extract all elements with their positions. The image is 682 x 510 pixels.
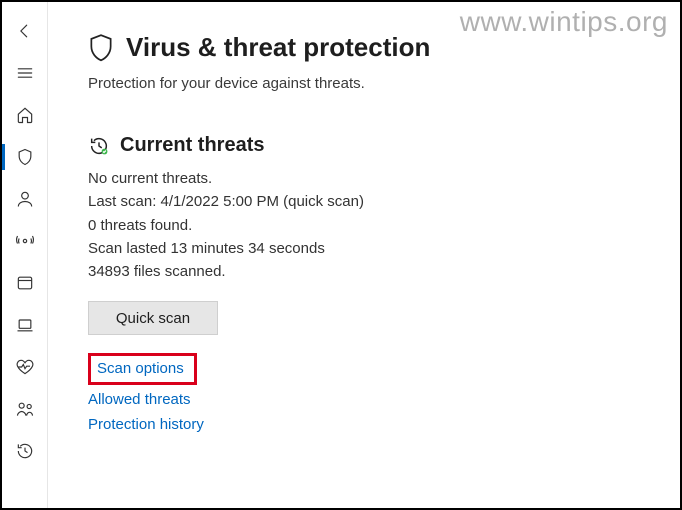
family-icon bbox=[15, 399, 35, 419]
nav-app-browser[interactable] bbox=[2, 262, 48, 304]
status-threats-found: 0 threats found. bbox=[88, 214, 660, 237]
page-title-row: Virus & threat protection bbox=[88, 32, 660, 63]
section-title-current-threats: Current threats bbox=[120, 134, 264, 157]
main-content: Virus & threat protection Protection for… bbox=[48, 2, 680, 508]
hamburger-icon bbox=[15, 63, 35, 83]
sidebar bbox=[2, 2, 48, 508]
status-files-scanned: 34893 files scanned. bbox=[88, 260, 660, 283]
heart-pulse-icon bbox=[15, 357, 35, 377]
current-threats-icon bbox=[88, 135, 110, 157]
quick-scan-button[interactable]: Quick scan bbox=[88, 301, 218, 335]
page-subtitle: Protection for your device against threa… bbox=[88, 75, 660, 92]
status-block: No current threats. Last scan: 4/1/2022 … bbox=[88, 167, 660, 283]
scan-options-highlight: Scan options bbox=[88, 353, 197, 385]
back-arrow-icon bbox=[15, 21, 35, 41]
page-title: Virus & threat protection bbox=[126, 32, 430, 63]
section-header: Current threats bbox=[88, 134, 660, 157]
app-frame: www.wintips.org bbox=[0, 0, 682, 510]
home-icon bbox=[15, 105, 35, 125]
nav-performance[interactable] bbox=[2, 346, 48, 388]
status-last-scan: Last scan: 4/1/2022 5:00 PM (quick scan) bbox=[88, 190, 660, 213]
account-icon bbox=[15, 189, 35, 209]
shield-title-icon bbox=[88, 33, 114, 63]
link-scan-options[interactable]: Scan options bbox=[97, 360, 184, 377]
nav-account[interactable] bbox=[2, 178, 48, 220]
nav-virus-threat[interactable] bbox=[2, 136, 48, 178]
nav-history[interactable] bbox=[2, 430, 48, 472]
nav-family[interactable] bbox=[2, 388, 48, 430]
laptop-icon bbox=[15, 315, 35, 335]
app-browser-icon bbox=[15, 273, 35, 293]
nav-firewall[interactable] bbox=[2, 220, 48, 262]
shield-icon bbox=[15, 147, 35, 167]
history-icon bbox=[15, 441, 35, 461]
nav-device-security[interactable] bbox=[2, 304, 48, 346]
nav-home[interactable] bbox=[2, 94, 48, 136]
status-duration: Scan lasted 13 minutes 34 seconds bbox=[88, 237, 660, 260]
firewall-icon bbox=[15, 231, 35, 251]
menu-button[interactable] bbox=[2, 52, 48, 94]
status-no-threats: No current threats. bbox=[88, 167, 660, 190]
link-allowed-threats[interactable]: Allowed threats bbox=[88, 391, 191, 408]
back-button[interactable] bbox=[2, 10, 48, 52]
link-protection-history[interactable]: Protection history bbox=[88, 416, 204, 433]
